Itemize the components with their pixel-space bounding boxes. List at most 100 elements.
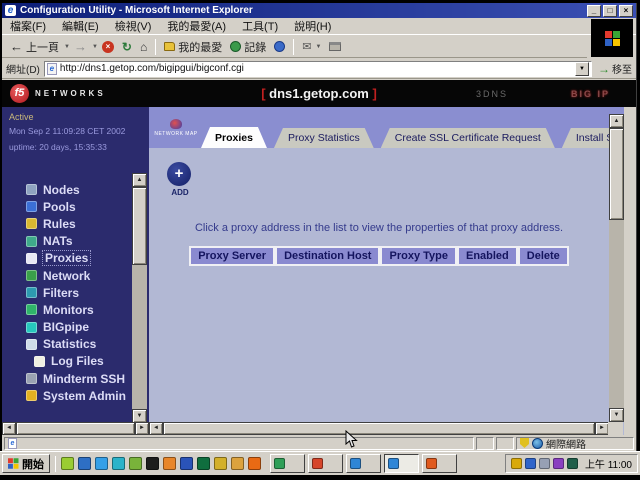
sidebar-scrollbar[interactable]: ▲ ▼ xyxy=(132,173,147,423)
start-button[interactable]: 開始 xyxy=(2,454,50,473)
link-bigip[interactable]: BIG IP xyxy=(571,89,610,99)
sidebar-item-nodes[interactable]: Nodes xyxy=(26,181,126,198)
sidebar-item-log-files[interactable]: Log Files xyxy=(26,353,126,370)
tray-icon[interactable] xyxy=(539,458,550,469)
nodes-icon xyxy=(26,184,37,195)
add-icon[interactable]: + xyxy=(167,162,191,186)
main-vertical-scrollbar[interactable]: ▲ ▼ xyxy=(609,114,624,422)
go-button[interactable]: → 移至 xyxy=(598,61,632,76)
tray-icon[interactable] xyxy=(511,458,522,469)
tray-icon[interactable] xyxy=(553,458,564,469)
sidebar-item-network[interactable]: Network xyxy=(26,267,126,284)
sidebar-item-label: Rules xyxy=(43,217,76,231)
taskbar-window-button[interactable] xyxy=(422,454,457,473)
column-header-proxy-type[interactable]: Proxy Type xyxy=(380,246,457,266)
taskbar-window-button-active[interactable] xyxy=(384,454,419,473)
add-proxy-button[interactable]: + ADD xyxy=(167,162,193,197)
menu-edit[interactable]: 編輯(E) xyxy=(54,18,107,34)
maximize-button[interactable]: □ xyxy=(603,5,617,17)
column-header-proxy-server[interactable]: Proxy Server xyxy=(189,246,275,266)
tab-proxy-statistics[interactable]: Proxy Statistics xyxy=(274,128,374,148)
quick-launch-icon[interactable] xyxy=(146,457,159,470)
favorites-button[interactable]: 我的最愛 xyxy=(160,37,226,57)
refresh-button[interactable]: ↻ xyxy=(118,38,136,56)
sidebar-item-system-admin[interactable]: System Admin xyxy=(26,387,126,404)
menu-help[interactable]: 說明(H) xyxy=(286,18,339,34)
quick-launch-icon[interactable] xyxy=(180,457,193,470)
sidebar-item-monitors[interactable]: Monitors xyxy=(26,301,126,318)
close-button[interactable]: × xyxy=(619,5,633,17)
main-horizontal-scrollbar[interactable]: ◄ ► xyxy=(149,422,609,435)
sidebar-item-statistics[interactable]: Statistics xyxy=(26,336,126,353)
mail-button[interactable]: ✉ ▼ xyxy=(298,38,325,55)
sidebar-horizontal-scrollbar[interactable]: ◄ ► xyxy=(2,422,149,435)
scrollbar-thumb[interactable] xyxy=(609,128,624,220)
scrollbar-thumb[interactable] xyxy=(132,187,147,265)
sidebar-item-rules[interactable]: Rules xyxy=(26,215,126,232)
quick-launch-icon[interactable] xyxy=(112,457,125,470)
scroll-left-icon[interactable]: ◄ xyxy=(149,422,163,435)
tray-icon[interactable] xyxy=(567,458,578,469)
clock[interactable]: 上午 11:00 xyxy=(585,456,632,471)
quick-launch-icon[interactable] xyxy=(95,457,108,470)
sidebar-item-mindterm-ssh[interactable]: Mindterm SSH xyxy=(26,370,126,387)
quick-launch-icon[interactable] xyxy=(248,457,261,470)
f5-banner: f5 NETWORKS [ dns1.getop.com ] 3DNS BIG … xyxy=(2,80,636,107)
quick-launch-icon[interactable] xyxy=(163,457,176,470)
menu-favorites[interactable]: 我的最愛(A) xyxy=(159,18,234,34)
sidebar-item-pools[interactable]: Pools xyxy=(26,198,126,215)
address-input[interactable]: e http://dns1.getop.com/bigipgui/bigconf… xyxy=(44,61,592,77)
taskbar-window-button[interactable] xyxy=(346,454,381,473)
menu-tools[interactable]: 工具(T) xyxy=(234,18,286,34)
forward-button[interactable]: → xyxy=(70,37,91,56)
stop-button[interactable]: × xyxy=(98,39,118,55)
bracket-open: [ xyxy=(261,86,265,101)
scroll-up-icon[interactable]: ▲ xyxy=(609,114,624,128)
back-button[interactable]: ← 上一頁 xyxy=(6,37,63,57)
quick-launch-icon[interactable] xyxy=(214,457,227,470)
f5-networks-label: NETWORKS xyxy=(35,89,106,98)
scroll-right-icon[interactable]: ► xyxy=(135,422,149,435)
home-button[interactable]: ⌂ xyxy=(136,38,151,56)
minimize-button[interactable]: _ xyxy=(587,5,601,17)
taskbar-window-button[interactable] xyxy=(270,454,305,473)
sidebar-item-label: NATs xyxy=(43,234,73,248)
quick-launch-icon[interactable] xyxy=(231,457,244,470)
column-header-delete[interactable]: Delete xyxy=(518,246,569,266)
scrollbar-thumb[interactable] xyxy=(16,422,135,435)
column-header-enabled[interactable]: Enabled xyxy=(457,246,518,266)
sidebar-item-filters[interactable]: Filters xyxy=(26,284,126,301)
window-title: Configuration Utility - Microsoft Intern… xyxy=(20,5,253,16)
print-icon xyxy=(329,42,341,51)
column-header-destination-host[interactable]: Destination Host xyxy=(275,246,380,266)
quick-launch-icon[interactable] xyxy=(129,457,142,470)
sidebar-item-proxies[interactable]: Proxies xyxy=(26,250,126,267)
scroll-left-icon[interactable]: ◄ xyxy=(2,422,16,435)
menu-view[interactable]: 檢視(V) xyxy=(107,18,160,34)
scroll-right-icon[interactable]: ► xyxy=(595,422,609,435)
network-map-button[interactable]: NETWORK MAP xyxy=(153,110,199,146)
address-dropdown-icon[interactable]: ▼ xyxy=(575,62,589,76)
tab-proxies[interactable]: Proxies xyxy=(201,127,267,148)
taskbar-window-button[interactable] xyxy=(308,454,343,473)
title-bar[interactable]: e Configuration Utility - Microsoft Inte… xyxy=(2,3,636,18)
link-3dns[interactable]: 3DNS xyxy=(476,89,508,99)
quick-launch-icon[interactable] xyxy=(61,457,74,470)
print-button[interactable] xyxy=(325,40,345,53)
scrollbar-thumb[interactable] xyxy=(163,422,595,435)
tray-icon[interactable] xyxy=(525,458,536,469)
sidebar-item-label: Log Files xyxy=(51,354,104,368)
scroll-down-icon[interactable]: ▼ xyxy=(609,408,624,422)
scroll-up-icon[interactable]: ▲ xyxy=(132,173,147,187)
toolbar: ← 上一頁 ▼ → ▼ × ↻ ⌂ 我的最愛 xyxy=(2,36,587,58)
scroll-down-icon[interactable]: ▼ xyxy=(132,409,147,423)
quick-launch-icon[interactable] xyxy=(197,457,210,470)
quick-launch-icon[interactable] xyxy=(78,457,91,470)
pools-icon xyxy=(26,201,37,212)
menu-file[interactable]: 檔案(F) xyxy=(2,18,54,34)
tab-create-ssl-certificate-request[interactable]: Create SSL Certificate Request xyxy=(381,128,555,148)
sidebar-item-bigpipe[interactable]: BIGpipe xyxy=(26,319,126,336)
history-button[interactable]: 記錄 xyxy=(226,37,270,57)
media-button[interactable] xyxy=(270,39,289,54)
sidebar-item-nats[interactable]: NATs xyxy=(26,233,126,250)
